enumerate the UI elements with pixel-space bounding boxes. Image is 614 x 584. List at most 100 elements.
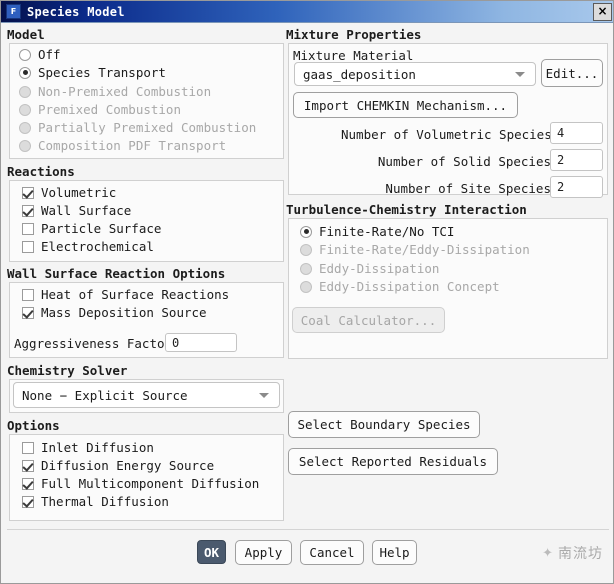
checkbox-label: Volumetric	[41, 185, 117, 200]
checkbox-indicator	[22, 222, 34, 235]
checkbox-label: Mass Deposition Source	[41, 305, 207, 320]
mixture-material-select[interactable]: gaas_deposition	[294, 62, 536, 86]
checkbox-label: Diffusion Energy Source	[41, 458, 215, 473]
number-site-species-input[interactable]: 2	[550, 176, 603, 198]
radio-label: Non-Premixed Combustion	[38, 84, 212, 99]
title-bar: F Species Model ×	[1, 1, 613, 23]
number-volumetric-species-label: Number of Volumetric Species	[341, 127, 552, 142]
close-icon[interactable]: ×	[593, 3, 612, 21]
radio-off[interactable]: Off	[19, 47, 61, 62]
watermark: ✦ 南流坊	[542, 543, 603, 563]
window-title: Species Model	[27, 4, 125, 19]
options-group-title: Options	[7, 418, 60, 433]
radio-indicator	[300, 280, 312, 293]
radio-non-premixed-combustion: Non-Premixed Combustion	[19, 84, 211, 99]
radio-finite-rate-no-tci[interactable]: Finite-Rate/No TCI	[300, 224, 454, 239]
mixture-material-label: Mixture Material	[293, 48, 414, 63]
mixture-material-value: gaas_deposition	[303, 66, 416, 82]
radio-indicator	[300, 243, 312, 256]
chevron-down-icon	[515, 72, 525, 77]
checkbox-indicator	[22, 477, 34, 490]
checkbox-wall-surface[interactable]: Wall Surface	[22, 203, 131, 218]
checkbox-label: Full Multicomponent Diffusion	[41, 476, 260, 491]
chemistry-solver-select[interactable]: None − Explicit Source	[13, 382, 280, 408]
checkbox-indicator	[22, 288, 34, 301]
watermark-text: 南流坊	[558, 546, 603, 562]
checkbox-label: Thermal Diffusion	[41, 494, 169, 509]
checkbox-full-multicomponent-diffusion[interactable]: Full Multicomponent Diffusion	[22, 476, 259, 491]
radio-finite-rate-eddy-dissipation: Finite-Rate/Eddy-Dissipation	[300, 242, 530, 257]
checkbox-label: Wall Surface	[41, 203, 132, 218]
checkbox-heat-of-surface-reactions[interactable]: Heat of Surface Reactions	[22, 287, 229, 302]
checkbox-thermal-diffusion[interactable]: Thermal Diffusion	[22, 494, 169, 509]
checkbox-indicator	[22, 441, 34, 454]
radio-species-transport[interactable]: Species Transport	[19, 65, 166, 80]
radio-label: Finite-Rate/Eddy-Dissipation	[319, 242, 530, 257]
radio-composition-pdf-transport: Composition PDF Transport	[19, 138, 226, 153]
radio-label: Off	[38, 47, 61, 62]
number-site-species-label: Number of Site Species	[385, 181, 551, 196]
aggressiveness-factor-input[interactable]: 0	[165, 333, 237, 352]
mixture-properties-group-title: Mixture Properties	[286, 27, 422, 42]
footer-divider	[7, 529, 609, 530]
checkbox-mass-deposition-source[interactable]: Mass Deposition Source	[22, 305, 207, 320]
radio-indicator	[19, 121, 31, 134]
radio-label: Species Transport	[38, 65, 166, 80]
ok-button[interactable]: OK	[197, 540, 226, 564]
radio-eddy-dissipation: Eddy-Dissipation	[300, 261, 439, 276]
checkbox-electrochemical[interactable]: Electrochemical	[22, 239, 154, 254]
radio-indicator	[19, 103, 31, 116]
number-solid-species-input[interactable]: 2	[550, 149, 603, 171]
radio-label: Finite-Rate/No TCI	[319, 224, 455, 239]
checkbox-indicator	[22, 495, 34, 508]
radio-label: Eddy-Dissipation	[319, 261, 440, 276]
radio-eddy-dissipation-concept: Eddy-Dissipation Concept	[300, 279, 500, 294]
checkbox-label: Inlet Diffusion	[41, 440, 154, 455]
checkbox-indicator	[22, 240, 34, 253]
model-group-title: Model	[7, 27, 45, 42]
radio-indicator	[19, 139, 31, 152]
coal-calculator-button: Coal Calculator...	[292, 307, 445, 333]
checkbox-particle-surface[interactable]: Particle Surface	[22, 221, 161, 236]
species-model-dialog: F Species Model × Model Off Species Tran…	[0, 0, 614, 584]
radio-partially-premixed-combustion: Partially Premixed Combustion	[19, 120, 256, 135]
reactions-group-title: Reactions	[7, 164, 75, 179]
checkbox-inlet-diffusion[interactable]: Inlet Diffusion	[22, 440, 154, 455]
fluent-app-icon: F	[6, 4, 21, 19]
number-volumetric-species-input[interactable]: 4	[550, 122, 603, 144]
checkbox-indicator	[22, 459, 34, 472]
checkbox-label: Particle Surface	[41, 221, 162, 236]
checkbox-label: Electrochemical	[41, 239, 154, 254]
tci-group-title: Turbulence-Chemistry Interaction	[286, 202, 527, 217]
select-boundary-species-button[interactable]: Select Boundary Species	[288, 411, 480, 438]
chevron-down-icon	[259, 393, 269, 398]
checkbox-label: Heat of Surface Reactions	[41, 287, 230, 302]
select-reported-residuals-button[interactable]: Select Reported Residuals	[288, 448, 498, 475]
checkbox-indicator	[22, 306, 34, 319]
aggressiveness-factor-label: Aggressiveness Factor	[14, 336, 173, 351]
help-button[interactable]: Help	[372, 540, 417, 565]
radio-label: Eddy-Dissipation Concept	[319, 279, 500, 294]
import-chemkin-mechanism-button[interactable]: Import CHEMKIN Mechanism...	[293, 92, 518, 118]
number-solid-species-label: Number of Solid Species	[377, 154, 551, 169]
radio-label: Partially Premixed Combustion	[38, 120, 257, 135]
checkbox-diffusion-energy-source[interactable]: Diffusion Energy Source	[22, 458, 214, 473]
checkbox-volumetric[interactable]: Volumetric	[22, 185, 116, 200]
chemistry-solver-value: None − Explicit Source	[22, 387, 188, 403]
radio-indicator	[19, 66, 31, 79]
radio-label: Premixed Combustion	[38, 102, 181, 117]
edit-mixture-button[interactable]: Edit...	[541, 59, 603, 87]
chemistry-solver-group-title: Chemistry Solver	[7, 363, 128, 378]
radio-indicator	[300, 262, 312, 275]
checkbox-indicator	[22, 186, 34, 199]
wall-surface-group-title: Wall Surface Reaction Options	[7, 266, 226, 281]
radio-indicator	[300, 225, 312, 238]
apply-button[interactable]: Apply	[235, 540, 292, 565]
radio-premixed-combustion: Premixed Combustion	[19, 102, 181, 117]
radio-indicator	[19, 85, 31, 98]
watermark-logo-icon: ✦	[542, 545, 553, 561]
cancel-button[interactable]: Cancel	[300, 540, 364, 565]
radio-label: Composition PDF Transport	[38, 138, 227, 153]
radio-indicator	[19, 48, 31, 61]
checkbox-indicator	[22, 204, 34, 217]
